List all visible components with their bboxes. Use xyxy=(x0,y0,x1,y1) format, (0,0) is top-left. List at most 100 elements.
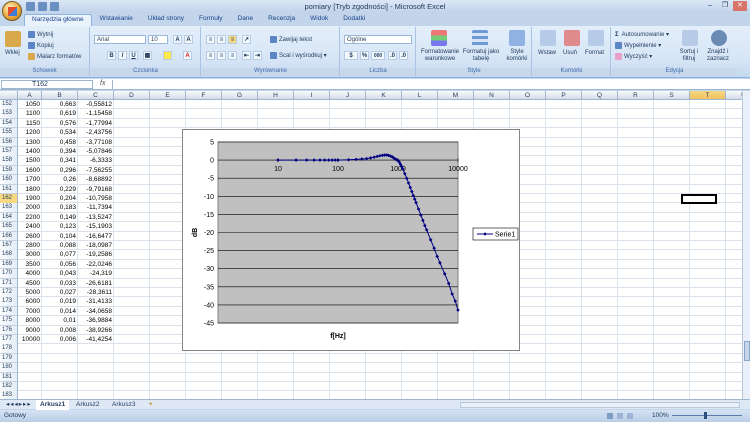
cell-styles-button[interactable]: Style komórki xyxy=(501,49,533,63)
cell-B175[interactable]: 0,01 xyxy=(42,316,78,326)
align-middle-icon[interactable]: ≡ xyxy=(217,35,226,44)
insert-sheet-icon[interactable]: ✦ xyxy=(144,400,157,410)
row-header-153[interactable]: 153 xyxy=(0,109,18,119)
decrease-decimal-icon[interactable]: .0 xyxy=(399,51,408,60)
format-button[interactable]: Format xyxy=(585,50,604,56)
cell-A168[interactable]: 3000 xyxy=(18,250,42,260)
cut-button[interactable]: Wytnij xyxy=(28,31,53,38)
cell-B165[interactable]: 0,123 xyxy=(42,222,78,232)
cell-A181[interactable] xyxy=(18,373,42,383)
align-left-icon[interactable]: ≡ xyxy=(206,51,215,60)
underline-button[interactable]: U xyxy=(129,51,138,60)
cell-B176[interactable]: 0,008 xyxy=(42,326,78,336)
align-top-icon[interactable]: ≡ xyxy=(206,35,215,44)
cell-B162[interactable]: 0,204 xyxy=(42,194,78,204)
tab-addins[interactable]: Dodatki xyxy=(336,14,372,26)
cell-A173[interactable]: 6000 xyxy=(18,297,42,307)
format-cells-icon[interactable] xyxy=(588,30,604,46)
fill-button[interactable]: Wypełnienie ▾ xyxy=(615,42,661,49)
cell-C179[interactable] xyxy=(78,354,114,364)
cell-C168[interactable]: -19,2586 xyxy=(78,250,114,260)
font-size-select[interactable]: 10 xyxy=(148,35,168,44)
row-header-170[interactable]: 170 xyxy=(0,269,18,279)
increase-indent-icon[interactable]: ⇥ xyxy=(253,51,262,60)
column-header-P[interactable]: P xyxy=(546,91,582,100)
font-color-icon[interactable]: A xyxy=(183,51,192,60)
row-header-168[interactable]: 168 xyxy=(0,250,18,260)
column-header-O[interactable]: O xyxy=(510,91,546,100)
autosum-button[interactable]: Σ Autosumowanie ▾ xyxy=(615,31,669,38)
increase-decimal-icon[interactable]: .0 xyxy=(388,51,397,60)
row-header-152[interactable]: 152 xyxy=(0,100,18,110)
format-painter-button[interactable]: Malarz formatów xyxy=(28,53,81,60)
cell-A157[interactable]: 1400 xyxy=(18,147,42,157)
cell-A167[interactable]: 2800 xyxy=(18,241,42,251)
row-header-163[interactable]: 163 xyxy=(0,203,18,213)
zoom-slider-thumb[interactable] xyxy=(704,412,707,419)
sheet-tab-arkusz2[interactable]: Arkusz2 xyxy=(72,400,103,410)
delete-cells-icon[interactable] xyxy=(564,30,580,46)
cell-C152[interactable]: -0,55812 xyxy=(78,100,114,110)
cell-A180[interactable] xyxy=(18,363,42,373)
cell-C180[interactable] xyxy=(78,363,114,373)
cell-B179[interactable] xyxy=(42,354,78,364)
cell-C183[interactable] xyxy=(78,391,114,399)
column-header-Q[interactable]: Q xyxy=(582,91,618,100)
cell-C154[interactable]: -1,77994 xyxy=(78,119,114,129)
cell-C160[interactable]: -8,68892 xyxy=(78,175,114,185)
cell-A174[interactable]: 7000 xyxy=(18,307,42,317)
cell-A154[interactable]: 1150 xyxy=(18,119,42,129)
cell-A160[interactable]: 1700 xyxy=(18,175,42,185)
number-format-select[interactable]: Ogólne xyxy=(344,35,412,44)
cell-B161[interactable]: 0,229 xyxy=(42,185,78,195)
row-header-164[interactable]: 164 xyxy=(0,212,18,223)
row-header-182[interactable]: 182 xyxy=(0,382,18,392)
cell-A162[interactable]: 1900 xyxy=(18,194,42,204)
cell-C163[interactable]: -11,7394 xyxy=(78,203,114,213)
cell-B183[interactable] xyxy=(42,391,78,399)
cell-A182[interactable] xyxy=(18,382,42,392)
cell-C166[interactable]: -16,6477 xyxy=(78,232,114,242)
cell-A170[interactable]: 4000 xyxy=(18,269,42,279)
cell-A169[interactable]: 3500 xyxy=(18,260,42,270)
scroll-thumb[interactable] xyxy=(744,341,750,361)
row-header-154[interactable]: 154 xyxy=(0,118,18,129)
cell-C161[interactable]: -9,79168 xyxy=(78,185,114,195)
cell-B159[interactable]: 0,296 xyxy=(42,166,78,176)
column-header-K[interactable]: K xyxy=(366,91,402,100)
paste-icon[interactable] xyxy=(5,31,21,47)
row-header-175[interactable]: 175 xyxy=(0,316,18,326)
font-name-select[interactable]: Arial xyxy=(94,35,146,44)
paste-button[interactable]: Wklej xyxy=(5,50,20,56)
cell-A163[interactable]: 2000 xyxy=(18,203,42,213)
currency-icon[interactable]: $ xyxy=(344,51,358,60)
cell-C155[interactable]: -2,43756 xyxy=(78,128,114,138)
worksheet-grid[interactable]: ABCDEFGHIJKLMNOPQRSTU15210500,663-0,5581… xyxy=(0,91,742,399)
cell-C159[interactable]: -7,56255 xyxy=(78,166,114,176)
cell-C172[interactable]: -28,3611 xyxy=(78,288,114,298)
formula-input[interactable] xyxy=(112,80,748,89)
format-as-table-button[interactable]: Formatuj jako tabelę xyxy=(461,49,501,63)
name-box[interactable]: T162 xyxy=(1,80,93,89)
cell-B160[interactable]: 0,26 xyxy=(42,175,78,185)
cell-C158[interactable]: -6,3333 xyxy=(78,156,114,166)
cell-B178[interactable] xyxy=(42,344,78,354)
column-header-F[interactable]: F xyxy=(186,91,222,100)
column-header-N[interactable]: N xyxy=(474,91,510,100)
cell-C173[interactable]: -31,4133 xyxy=(78,297,114,307)
clear-button[interactable]: Wyczyść ▾ xyxy=(615,53,652,60)
tab-view[interactable]: Widok xyxy=(303,14,335,26)
row-header-178[interactable]: 178 xyxy=(0,344,18,354)
cell-C167[interactable]: -18,0987 xyxy=(78,241,114,251)
conditional-formatting-button[interactable]: Formatowanie warunkowe xyxy=(418,49,462,63)
cell-B154[interactable]: 0,576 xyxy=(42,119,78,129)
row-header-165[interactable]: 165 xyxy=(0,222,18,232)
row-header-158[interactable]: 158 xyxy=(0,156,18,166)
column-header-E[interactable]: E xyxy=(150,91,186,100)
cell-B157[interactable]: 0,394 xyxy=(42,147,78,157)
cell-A161[interactable]: 1800 xyxy=(18,185,42,195)
close-button[interactable]: ✕ xyxy=(733,1,747,11)
cell-A176[interactable]: 9000 xyxy=(18,326,42,336)
sheet-nav-arrows-icon[interactable]: ◂◂◂▸▸▸ xyxy=(2,400,36,410)
cell-A153[interactable]: 1100 xyxy=(18,109,42,119)
